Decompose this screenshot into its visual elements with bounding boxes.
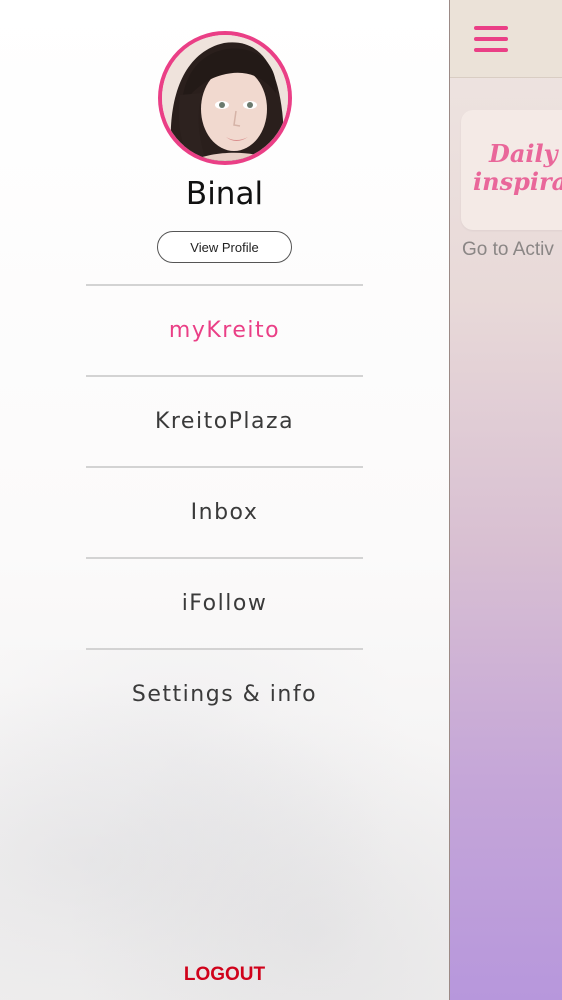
menu-item-mykreito[interactable]: myKreito	[86, 284, 363, 375]
main-content-panel: Dailyinspiration Go to Activ	[449, 0, 562, 1000]
logout-button[interactable]: LOGOUT	[0, 964, 449, 986]
avatar[interactable]	[158, 31, 292, 165]
daily-inspiration-title: Dailyinspiration	[473, 139, 562, 196]
drawer-menu: myKreito KreitoPlaza Inbox iFollow Setti…	[86, 284, 363, 739]
daily-inspiration-card[interactable]: Dailyinspiration	[461, 110, 562, 230]
side-drawer: Binal View Profile myKreito KreitoPlaza …	[0, 0, 449, 1000]
top-bar	[450, 0, 562, 78]
avatar-image	[162, 35, 288, 161]
menu-item-settings-info[interactable]: Settings & info	[86, 648, 363, 739]
menu-item-ifollow[interactable]: iFollow	[86, 557, 363, 648]
menu-item-kreitoplaza[interactable]: KreitoPlaza	[86, 375, 363, 466]
go-to-activity-link[interactable]: Go to Activ	[462, 239, 562, 261]
profile-name: Binal	[185, 176, 264, 212]
view-profile-button[interactable]: View Profile	[157, 231, 292, 263]
hamburger-icon[interactable]	[474, 26, 508, 52]
menu-item-inbox[interactable]: Inbox	[86, 466, 363, 557]
